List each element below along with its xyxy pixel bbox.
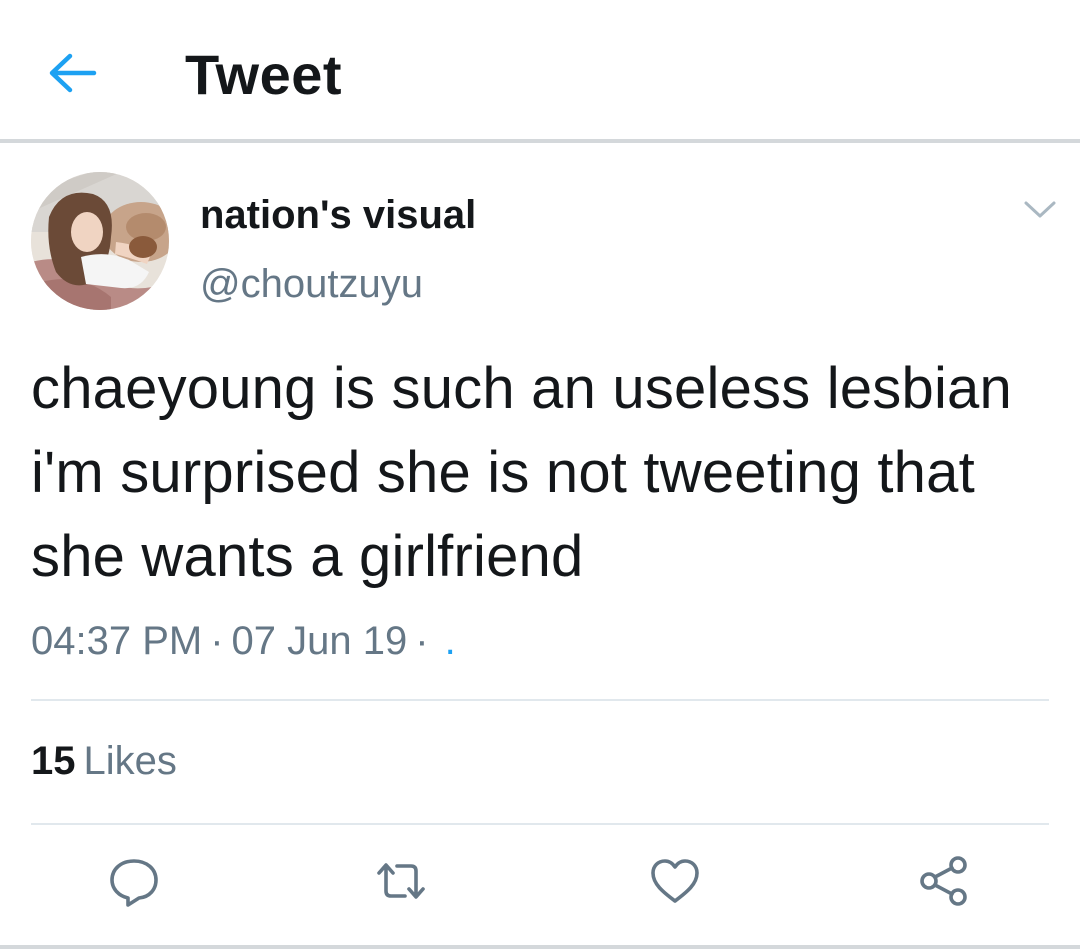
meta-separator: ·	[415, 619, 429, 663]
chevron-down-icon[interactable]	[1022, 198, 1058, 222]
page-title: Tweet	[185, 43, 343, 106]
likes-label: Likes	[83, 739, 177, 783]
tweet-timestamp: 04:37 PM · 07 Jun 19 ·.	[31, 614, 456, 668]
heart-icon[interactable]	[647, 853, 703, 909]
tweet-date: 07 Jun 19	[231, 619, 408, 663]
arrow-left-icon[interactable]	[46, 50, 98, 96]
display-name[interactable]: nation's visual	[200, 190, 476, 240]
top-app-bar: Tweet	[0, 0, 1080, 143]
share-icon[interactable]	[916, 853, 972, 909]
divider	[31, 823, 1049, 825]
retweet-icon[interactable]	[373, 853, 429, 909]
bottom-divider	[0, 945, 1080, 949]
tweet-time: 04:37 PM	[31, 619, 203, 663]
divider	[31, 699, 1049, 701]
source-link[interactable]: .	[437, 619, 456, 663]
likes-stat[interactable]: 15 Likes	[31, 734, 177, 788]
avatar[interactable]	[31, 172, 169, 310]
user-handle[interactable]: @choutzuyu	[200, 258, 423, 310]
tweet-text: chaeyoung is such an useless lesbian i'm…	[31, 356, 1012, 589]
profile-photo-icon	[31, 172, 169, 310]
meta-separator: ·	[210, 619, 224, 663]
likes-count: 15	[31, 739, 76, 783]
reply-icon[interactable]	[106, 853, 162, 909]
